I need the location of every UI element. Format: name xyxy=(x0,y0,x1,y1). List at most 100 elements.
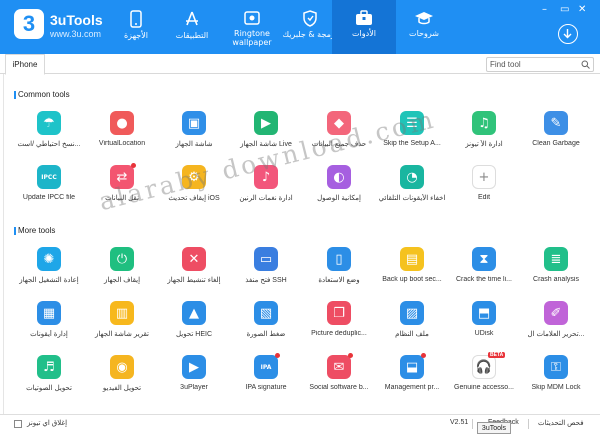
tool-item[interactable]: ⬒ UDisk xyxy=(448,301,520,357)
tool-item[interactable]: ☰ Skip the Setup A... xyxy=(376,111,448,167)
divider xyxy=(528,419,529,429)
tool-item[interactable]: ● VirtualLocation xyxy=(86,111,158,167)
tool-item[interactable]: ♫ ادارة الأ تيونز xyxy=(448,111,520,167)
tool-label: تحويل HEIC xyxy=(175,331,212,338)
tool-label: نسخ احتياطي /است... xyxy=(17,141,81,148)
gear-stop-icon: ⚙ xyxy=(182,165,206,189)
divider xyxy=(3,74,4,414)
maximize-button[interactable]: ▭ xyxy=(560,4,569,15)
section-title-more: More tools xyxy=(13,226,56,235)
tool-item[interactable]: ▥ تقرير شاشة الجهاز xyxy=(86,301,158,357)
tool-item[interactable]: IPCC Update IPCC file xyxy=(13,165,85,221)
tab-device-iphone[interactable]: iPhone xyxy=(5,54,45,75)
ipcc-icon: IPCC xyxy=(37,165,61,189)
nav-apps[interactable]: التطبيقات xyxy=(160,0,224,54)
tool-item[interactable]: ◆ حذف جميع البيانات xyxy=(303,111,375,167)
tool-item[interactable]: ◐ إمكانية الوصول xyxy=(303,165,375,221)
compress-image-icon: ▧ xyxy=(254,301,278,325)
close-button[interactable]: ✕ xyxy=(578,4,586,15)
udisk-icon: ⬒ xyxy=(472,301,496,325)
app-logo: 3 xyxy=(14,9,44,39)
video-convert-icon: ◉ xyxy=(110,355,134,379)
notification-dot xyxy=(348,353,353,358)
tool-item[interactable]: ⚿ Skip MDM Lock xyxy=(520,355,592,411)
phone-icon xyxy=(130,10,142,28)
tool-item[interactable]: ☂ نسخ احتياطي /است... xyxy=(13,111,85,167)
tool-item[interactable]: ✺ إعادة التشغيل الجهاز xyxy=(13,247,85,303)
tool-item[interactable]: ⚙ إيقاف تحديث iOS xyxy=(158,165,230,221)
tool-item[interactable]: ◉ تحويل الفيديو xyxy=(86,355,158,411)
hourglass-icon: ⧗ xyxy=(472,247,496,271)
shield-jailbreak-icon xyxy=(303,10,317,27)
download-button[interactable] xyxy=(558,24,578,44)
tool-item[interactable]: ⬓ Management pr... xyxy=(376,353,448,411)
tool-label: إمكانية الوصول xyxy=(317,195,361,202)
icon-manage-icon: ▦ xyxy=(37,301,61,325)
tool-item[interactable]: ▣ شاشة الجهاز xyxy=(158,111,230,167)
tool-item[interactable]: ▯ وضع الاستعادة xyxy=(303,247,375,303)
tool-item[interactable]: ▲ تحويل HEIC xyxy=(158,301,230,357)
version-label: V2.51 xyxy=(450,419,469,426)
deactivate-icon: ✕ xyxy=(182,247,206,271)
tool-item[interactable]: IPA IPA signature xyxy=(230,353,302,411)
nav-ringtone-wallpaper[interactable]: Ringtone wallpaper xyxy=(220,0,284,54)
tool-item[interactable]: ♪ ادارة نغمات الرنين xyxy=(230,165,302,221)
tool-label: إدارة أيقونات xyxy=(30,331,68,338)
tool-label: ادارة الأ تيونز xyxy=(465,141,503,148)
tool-item[interactable]: + Edit xyxy=(448,165,520,221)
ringtone-wallpaper-icon xyxy=(244,11,260,25)
tool-label: 3uPlayer xyxy=(180,384,208,391)
tool-item[interactable]: ▶ 3uPlayer xyxy=(158,355,230,411)
minimize-button[interactable]: – xyxy=(542,4,547,15)
nav-tutorials[interactable]: شروحات xyxy=(392,0,456,54)
tool-item[interactable]: ▤ Back up boot sec... xyxy=(376,247,448,303)
management-icon: ⬓ xyxy=(400,355,424,379)
check-updates-link[interactable]: فحص التحديثات xyxy=(538,419,584,427)
dedup-icon: ❐ xyxy=(327,301,351,325)
ipa-icon: IPA xyxy=(254,355,278,379)
app-window: 3 3uTools www.3u.com الأجهزة التطبيقات R… xyxy=(0,0,600,434)
tool-label: UDisk xyxy=(474,330,494,337)
tool-label: إيقاف تحديث iOS xyxy=(168,195,220,202)
tool-item[interactable]: ❐ Picture deduplic... xyxy=(303,301,375,357)
find-tool-input[interactable]: Find tool xyxy=(486,57,594,72)
tool-item[interactable]: ⇄ نقل البيانات xyxy=(86,163,158,221)
umbrella-icon: ☂ xyxy=(37,111,61,135)
eraser-icon: ◆ xyxy=(327,111,351,135)
tool-item[interactable]: ✉ Social software b... xyxy=(303,353,375,411)
tool-item[interactable]: ⏻ إيقاف الجهاز xyxy=(86,247,158,303)
tool-item[interactable]: ✕ إلغاء تنشيط الجهاز xyxy=(158,247,230,303)
nav-devices[interactable]: الأجهزة xyxy=(104,0,168,54)
tool-label: Crash analysis xyxy=(533,276,579,283)
find-tool-placeholder: Find tool xyxy=(490,60,521,69)
beta-badge: BETA xyxy=(488,352,506,358)
tool-item[interactable]: ♬ تحويل الصوتيات xyxy=(13,355,85,411)
tool-item[interactable]: ◔ اخفاء الأيقونات التلقائي xyxy=(376,165,448,221)
tool-label: ادارة نغمات الرنين xyxy=(239,195,293,202)
tool-item[interactable]: 🎧 BETA Genuine accesso... xyxy=(448,352,520,411)
tool-item[interactable]: ▦ إدارة أيقونات xyxy=(13,301,85,357)
crash-report-icon: ≣ xyxy=(544,247,568,271)
tool-item[interactable]: ⧗ Crack the time li... xyxy=(448,247,520,303)
tool-item[interactable]: ✎ Clean Garbage xyxy=(520,111,592,167)
appstore-icon xyxy=(186,11,198,26)
nav-label: شروحات xyxy=(409,29,439,38)
close-itunes-checkbox[interactable] xyxy=(14,420,22,428)
tool-label: شاشة الجهاز Live xyxy=(240,141,292,148)
tool-item[interactable]: ▭ فتح منفذ SSH xyxy=(230,247,302,303)
search-icon xyxy=(581,60,590,69)
tool-label: ملف النظام xyxy=(395,331,429,338)
tool-item[interactable]: ▧ ضغط الصورة xyxy=(230,301,302,357)
tool-item[interactable]: ▨ ملف النظام xyxy=(376,301,448,357)
tool-label: Picture deduplic... xyxy=(311,330,367,337)
screen-mirror-icon: ▣ xyxy=(182,111,206,135)
add-icon: + xyxy=(472,165,496,189)
tool-item[interactable]: ≣ Crash analysis xyxy=(520,247,592,303)
nav-tools[interactable]: الأدوات xyxy=(332,0,396,54)
tool-item[interactable]: ✐ تحرير العلامات ال... xyxy=(520,301,592,357)
tool-item[interactable]: ▶ شاشة الجهاز Live xyxy=(230,111,302,167)
reboot-icon: ✺ xyxy=(37,247,61,271)
tool-label: ضغط الصورة xyxy=(246,331,286,338)
data-transfer-icon: ⇄ xyxy=(110,165,134,189)
top-bar: 3 3uTools www.3u.com الأجهزة التطبيقات R… xyxy=(0,0,600,54)
